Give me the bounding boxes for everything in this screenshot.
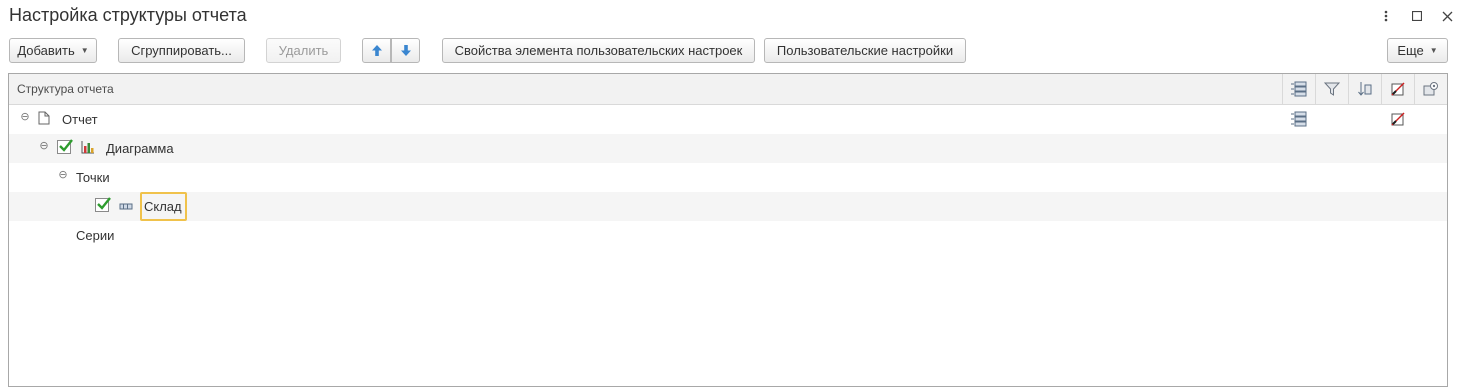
other-settings-column[interactable] bbox=[1414, 74, 1447, 104]
chevron-down-icon: ▼ bbox=[80, 46, 89, 55]
order-icon bbox=[1358, 82, 1372, 96]
more-button-label: Еще bbox=[1397, 43, 1424, 58]
tree-row-chart[interactable]: ⊖ Диаграмма bbox=[9, 134, 1447, 163]
selected-fields-column[interactable] bbox=[1282, 74, 1315, 104]
element-user-settings-properties-button[interactable]: Свойства элемента пользовательских настр… bbox=[442, 38, 755, 63]
chart-icon bbox=[81, 141, 94, 154]
tree-row-label: Диаграмма bbox=[106, 141, 174, 156]
selected-fields-icon bbox=[1291, 81, 1307, 97]
use-checkbox[interactable] bbox=[57, 139, 73, 154]
tree-row-label[interactable]: Склад bbox=[144, 199, 182, 214]
selected-fields-icon bbox=[1291, 111, 1307, 127]
move-down-button[interactable] bbox=[391, 38, 420, 63]
group-button-label: Сгруппировать... bbox=[131, 43, 232, 58]
arrow-up-icon bbox=[371, 45, 382, 56]
window-title: Настройка структуры отчета bbox=[9, 5, 247, 25]
collapse-icon[interactable]: ⊖ bbox=[58, 170, 68, 181]
collapse-icon[interactable]: ⊖ bbox=[39, 141, 49, 152]
add-button[interactable]: Добавить ▼ bbox=[9, 38, 97, 63]
conditional-format-column[interactable] bbox=[1381, 74, 1414, 104]
user-settings-button[interactable]: Пользовательские настройки bbox=[764, 38, 966, 63]
close-icon[interactable] bbox=[1438, 8, 1456, 24]
element-props-label: Свойства элемента пользовательских настр… bbox=[454, 43, 743, 58]
arrow-down-icon bbox=[400, 45, 411, 56]
user-settings-label: Пользовательские настройки bbox=[776, 43, 954, 58]
tree-row-label: Серии bbox=[76, 228, 115, 243]
group-button[interactable]: Сгруппировать... bbox=[118, 38, 245, 63]
tree-row-warehouse[interactable]: Склад bbox=[9, 192, 1447, 221]
delete-button-label: Удалить bbox=[278, 43, 329, 58]
use-checkbox[interactable] bbox=[95, 197, 111, 212]
chevron-down-icon: ▼ bbox=[1429, 46, 1438, 55]
checkmark-icon bbox=[97, 197, 111, 210]
tree-row-series[interactable]: Серии bbox=[9, 221, 1447, 250]
grouping-field-icon bbox=[119, 203, 133, 210]
table-header-label: Структура отчета bbox=[17, 82, 114, 96]
tree-row-points[interactable]: ⊖ Точки bbox=[9, 163, 1447, 192]
add-button-label: Добавить bbox=[17, 43, 75, 58]
filter-icon bbox=[1324, 82, 1340, 96]
filter-column[interactable] bbox=[1315, 74, 1348, 104]
maximize-icon[interactable] bbox=[1408, 8, 1426, 24]
conditional-format-icon bbox=[1391, 112, 1405, 126]
collapse-icon[interactable]: ⊖ bbox=[20, 112, 30, 123]
tree-row-report[interactable]: ⊖ Отчет bbox=[9, 105, 1447, 134]
tree-row-label: Точки bbox=[76, 170, 110, 185]
tree-row-label: Отчет bbox=[62, 112, 98, 127]
more-button[interactable]: Еще ▼ bbox=[1387, 38, 1448, 63]
order-column[interactable] bbox=[1348, 74, 1381, 104]
table-header: Структура отчета bbox=[9, 74, 1447, 105]
document-icon bbox=[38, 111, 50, 125]
report-structure-table[interactable]: Структура отчета ⊖ Отчет ⊖ Диаграмма ⊖ Т… bbox=[8, 73, 1448, 387]
conditional-format-icon bbox=[1391, 82, 1405, 96]
checkmark-icon bbox=[59, 139, 73, 152]
settings-icon bbox=[1423, 82, 1438, 96]
move-up-button[interactable] bbox=[362, 38, 391, 63]
more-icon[interactable] bbox=[1377, 8, 1395, 24]
delete-button[interactable]: Удалить bbox=[266, 38, 341, 63]
